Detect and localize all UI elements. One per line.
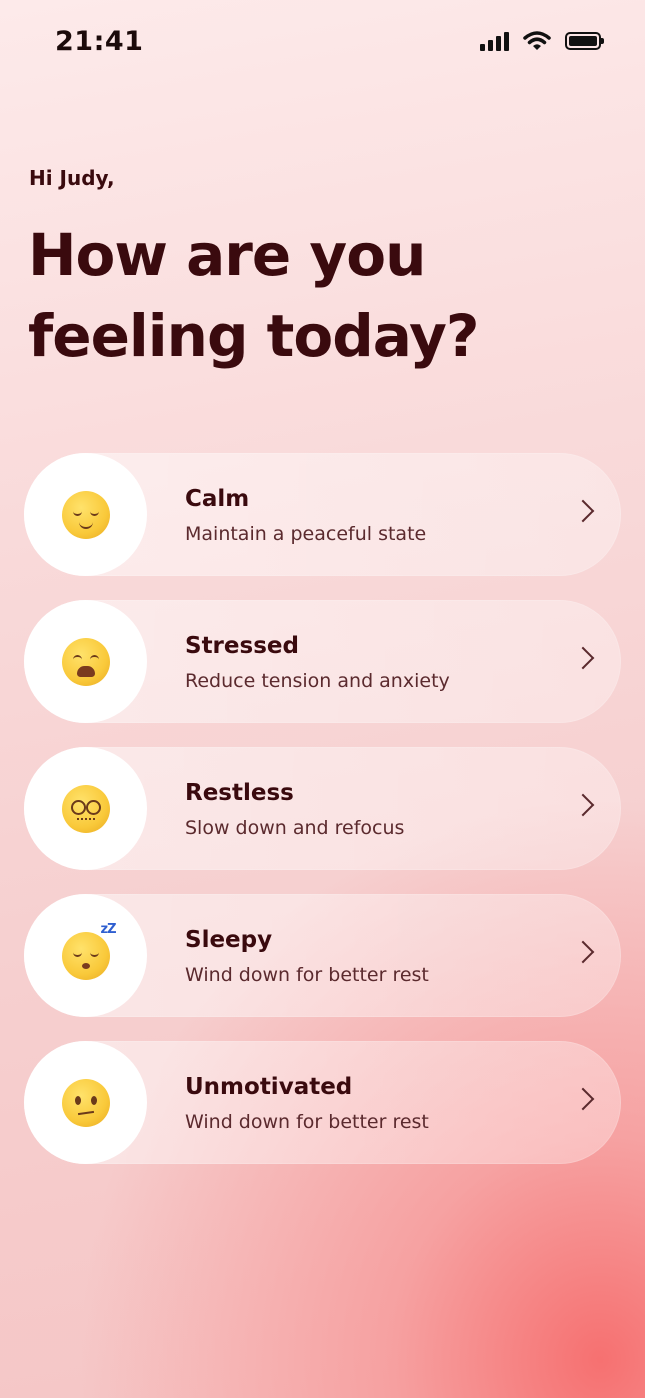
chevron-right-icon: [571, 499, 595, 523]
chevron-right-icon: [571, 793, 595, 817]
mood-option-calm[interactable]: Calm Maintain a peaceful state: [24, 453, 621, 576]
confused-face-icon: [61, 1078, 110, 1127]
headline-line-1: How are you: [28, 221, 426, 289]
headline-line-2: feeling today?: [28, 302, 480, 370]
sleeping-face-icon: zZ: [61, 922, 117, 980]
mood-subtitle: Maintain a peaceful state: [185, 523, 427, 545]
mood-icon-container: zZ: [24, 894, 147, 1017]
mood-icon-container: [24, 747, 147, 870]
wifi-icon: [523, 31, 551, 50]
chevron-right-icon: [571, 646, 595, 670]
battery-icon: [565, 32, 604, 50]
mood-subtitle: Wind down for better rest: [185, 1111, 429, 1133]
face-with-spiral-eyes-icon: [61, 784, 110, 833]
chevron-right-icon: [571, 1087, 595, 1111]
mood-title: Stressed: [185, 633, 299, 659]
mood-icon-container: [24, 600, 147, 723]
mood-subtitle: Wind down for better rest: [185, 964, 429, 986]
mood-subtitle: Slow down and refocus: [185, 817, 405, 839]
mood-option-stressed[interactable]: Stressed Reduce tension and anxiety: [24, 600, 621, 723]
mood-title: Unmotivated: [185, 1074, 353, 1100]
mood-option-sleepy[interactable]: zZ Sleepy Wind down for better rest: [24, 894, 621, 1017]
mood-title: Restless: [185, 780, 294, 806]
mood-title: Sleepy: [185, 927, 273, 953]
weary-face-icon: [61, 637, 110, 686]
mood-title: Calm: [185, 486, 250, 512]
page-title: How are you feeling today?: [28, 215, 588, 377]
signal-icon: [480, 31, 509, 51]
mood-option-restless[interactable]: Restless Slow down and refocus: [24, 747, 621, 870]
mood-option-unmotivated[interactable]: Unmotivated Wind down for better rest: [24, 1041, 621, 1164]
status-bar: 21:41: [0, 0, 645, 90]
chevron-right-icon: [571, 940, 595, 964]
greeting: Hi Judy,: [29, 166, 115, 190]
status-time: 21:41: [55, 26, 144, 57]
mood-list: Calm Maintain a peaceful state Stressed …: [24, 453, 621, 1188]
mood-subtitle: Reduce tension and anxiety: [185, 670, 450, 692]
mood-icon-container: [24, 1041, 147, 1164]
mood-icon-container: [24, 453, 147, 576]
status-icons: [480, 31, 604, 51]
relieved-face-icon: [61, 490, 110, 539]
